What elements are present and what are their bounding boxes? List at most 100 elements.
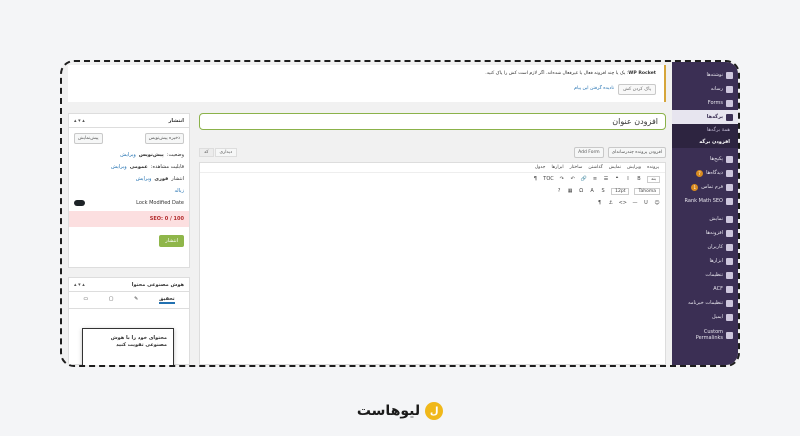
classic-editor: افزودن پرونده چندرسانه‌ای Add Form کد دی… <box>199 142 666 365</box>
visibility-label: قابلیت مشاهده: <box>150 164 184 170</box>
omega-icon[interactable]: Ω <box>578 188 584 194</box>
wp-rocket-notice: WP Rocket: یک یا چند افزونه فعال یا غیرف… <box>68 65 666 102</box>
list-icon[interactable]: ☰ <box>603 176 609 182</box>
bold-icon[interactable]: B <box>636 176 642 182</box>
sidebar-item-packages[interactable]: پکیج‌ها <box>672 152 738 166</box>
publish-button[interactable]: انتشار <box>159 235 184 247</box>
sidebar-item-tools[interactable]: ابزارها <box>672 254 738 268</box>
toolbar-row-3: ☺ U — <> ⚓ ¶ <box>200 197 665 209</box>
underline-icon[interactable]: U <box>643 200 649 206</box>
font-family-select[interactable]: Tahoma <box>634 187 660 195</box>
media-icon <box>726 85 733 93</box>
sidebar-item-pages[interactable]: برگه‌ها <box>672 110 738 124</box>
submenu-all-pages[interactable]: همهٔ برگه‌ها <box>672 124 738 136</box>
sidebar-item-comments[interactable]: دیدگاه‌ها 7 <box>672 166 738 180</box>
menu-view[interactable]: نمایش <box>609 165 621 170</box>
sidebar-item-settings[interactable]: تنظیمات <box>672 268 738 282</box>
tools-icon <box>726 257 733 265</box>
admin-sidebar: نوشته‌ها رسانه Forms برگه‌ها همهٔ برگه‌ه… <box>672 62 738 365</box>
sidebar-item-acf[interactable]: ACF <box>672 282 738 296</box>
dismiss-notice-link[interactable]: نادیده گرفتن این پیام <box>574 84 614 95</box>
add-form-button[interactable]: Add Form <box>574 146 604 158</box>
menu-edit[interactable]: ویرایش <box>627 165 641 170</box>
emoji-icon[interactable]: ☺ <box>654 200 660 206</box>
code-icon[interactable]: <> <box>619 200 627 206</box>
block-format-select[interactable]: بند <box>647 175 660 183</box>
brand-logo: ل لیوهاست <box>0 402 800 420</box>
sidebar-item-plugins[interactable]: افزونه‌ها <box>672 226 738 240</box>
schedule-edit-link[interactable]: ویرایش <box>136 176 152 182</box>
editor-area[interactable]: پرونده ویرایش نمایش گذاشتن ساختار ابزاره… <box>199 162 666 365</box>
sidebar-item-appearance[interactable]: نمایش <box>672 212 738 226</box>
trash-link[interactable]: زباله <box>174 188 184 194</box>
pilcrow-icon[interactable]: ¶ <box>597 200 603 206</box>
menu-format[interactable]: ساختار <box>570 165 583 170</box>
package-icon <box>726 155 733 163</box>
ai-box-arrows-icon[interactable]: ▴ ▾ ▴ <box>74 282 85 288</box>
box-arrows-icon[interactable]: ▴ ▾ ▴ <box>74 118 85 124</box>
add-media-button[interactable]: افزودن پرونده چندرسانه‌ای <box>607 146 666 158</box>
color-icon[interactable]: A <box>589 188 595 194</box>
save-draft-button[interactable]: ذخیره پیش‌نویس <box>144 133 184 144</box>
publish-title: انتشار <box>168 117 184 124</box>
preview-button[interactable]: پیش‌نمایش <box>74 133 103 144</box>
sidebar-item-rankmath[interactable]: Rank Math SEO <box>672 194 738 208</box>
sidebar-item-posts[interactable]: نوشته‌ها <box>672 68 738 82</box>
comments-icon <box>726 169 733 177</box>
sidebar-item-users[interactable]: کاربران <box>672 240 738 254</box>
tab-code[interactable]: کد <box>199 148 214 157</box>
lock-toggle[interactable] <box>74 200 85 206</box>
users-icon <box>726 243 733 251</box>
notice-brand: WP Rocket <box>628 71 656 76</box>
write-icon[interactable]: ✎ <box>134 296 138 304</box>
redo-icon[interactable]: ↷ <box>559 176 565 182</box>
strikethrough-icon[interactable]: S <box>600 188 606 194</box>
logo-mark-icon: ل <box>425 402 444 420</box>
newsletter-icon <box>726 299 733 307</box>
screenshot-frame: نوشته‌ها رسانه Forms برگه‌ها همهٔ برگه‌ه… <box>60 60 740 367</box>
plugins-icon <box>726 229 733 237</box>
status-row: وضعیت: پیش‌نویس ویرایش <box>69 149 189 161</box>
main-content: WP Rocket: یک یا چند افزونه فعال یا غیرف… <box>62 62 672 365</box>
menu-tools[interactable]: ابزارها <box>551 165 563 170</box>
copy-icon[interactable]: ▢ <box>109 296 114 304</box>
help-icon[interactable]: ? <box>556 188 562 194</box>
menu-file[interactable]: پرونده <box>647 165 659 170</box>
toolbar-row-2: Tahoma 12pt S A Ω ▦ ? <box>200 185 665 197</box>
sidebar-item-media[interactable]: رسانه <box>672 82 738 96</box>
sidebar-item-custom-permalinks[interactable]: Custom Permalinks <box>672 324 738 346</box>
pages-icon <box>726 113 733 121</box>
submenu-add-page[interactable]: افزودن برگه <box>672 136 738 148</box>
seo-score-badge[interactable]: SEO: 0 / 100 <box>69 211 189 227</box>
undo-icon[interactable]: ↶ <box>570 176 576 182</box>
sidebar-item-newsletter[interactable]: تنظیمات خبرنامه <box>672 296 738 310</box>
font-size-select[interactable]: 12pt <box>611 187 630 195</box>
quote-icon[interactable]: ❝ <box>614 176 620 182</box>
menu-table[interactable]: جدول <box>535 165 546 170</box>
menu-insert[interactable]: گذاشتن <box>588 165 602 170</box>
tab-visual[interactable]: دیداری <box>214 148 238 157</box>
trash-row: زباله <box>69 185 189 197</box>
clear-cache-button[interactable]: پاک کردن کش <box>618 84 656 95</box>
sidebar-item-email[interactable]: ایمیل <box>672 310 738 324</box>
hr-icon[interactable]: — <box>632 200 638 206</box>
lock-row: Lock Modified Date <box>69 197 189 209</box>
link-icon[interactable]: 🔗 <box>581 176 587 182</box>
align-icon[interactable]: ≡ <box>592 176 598 182</box>
pages-submenu: همهٔ برگه‌ها افزودن برگه <box>672 124 738 148</box>
italic-icon[interactable]: I <box>625 176 631 182</box>
status-edit-link[interactable]: ویرایش <box>120 152 136 158</box>
rankmath-icon <box>726 197 733 205</box>
schedule-label: انتشار <box>171 176 184 182</box>
chat-icon[interactable]: ▭ <box>83 296 88 304</box>
visibility-row: قابلیت مشاهده: عمومی ویرایش <box>69 161 189 173</box>
paragraph-icon[interactable]: ¶ <box>532 176 538 182</box>
tab-research[interactable]: تحقیق <box>159 296 175 304</box>
status-value: پیش‌نویس <box>138 152 164 158</box>
visibility-edit-link[interactable]: ویرایش <box>111 164 127 170</box>
sidebar-item-forms[interactable]: Forms <box>672 96 738 110</box>
title-input[interactable]: افزودن عنوان <box>199 113 666 130</box>
anchor-icon[interactable]: ⚓ <box>608 200 614 206</box>
sidebar-item-contact[interactable]: فرم تماس 1 <box>672 180 738 194</box>
table-icon[interactable]: ▦ <box>567 188 573 194</box>
